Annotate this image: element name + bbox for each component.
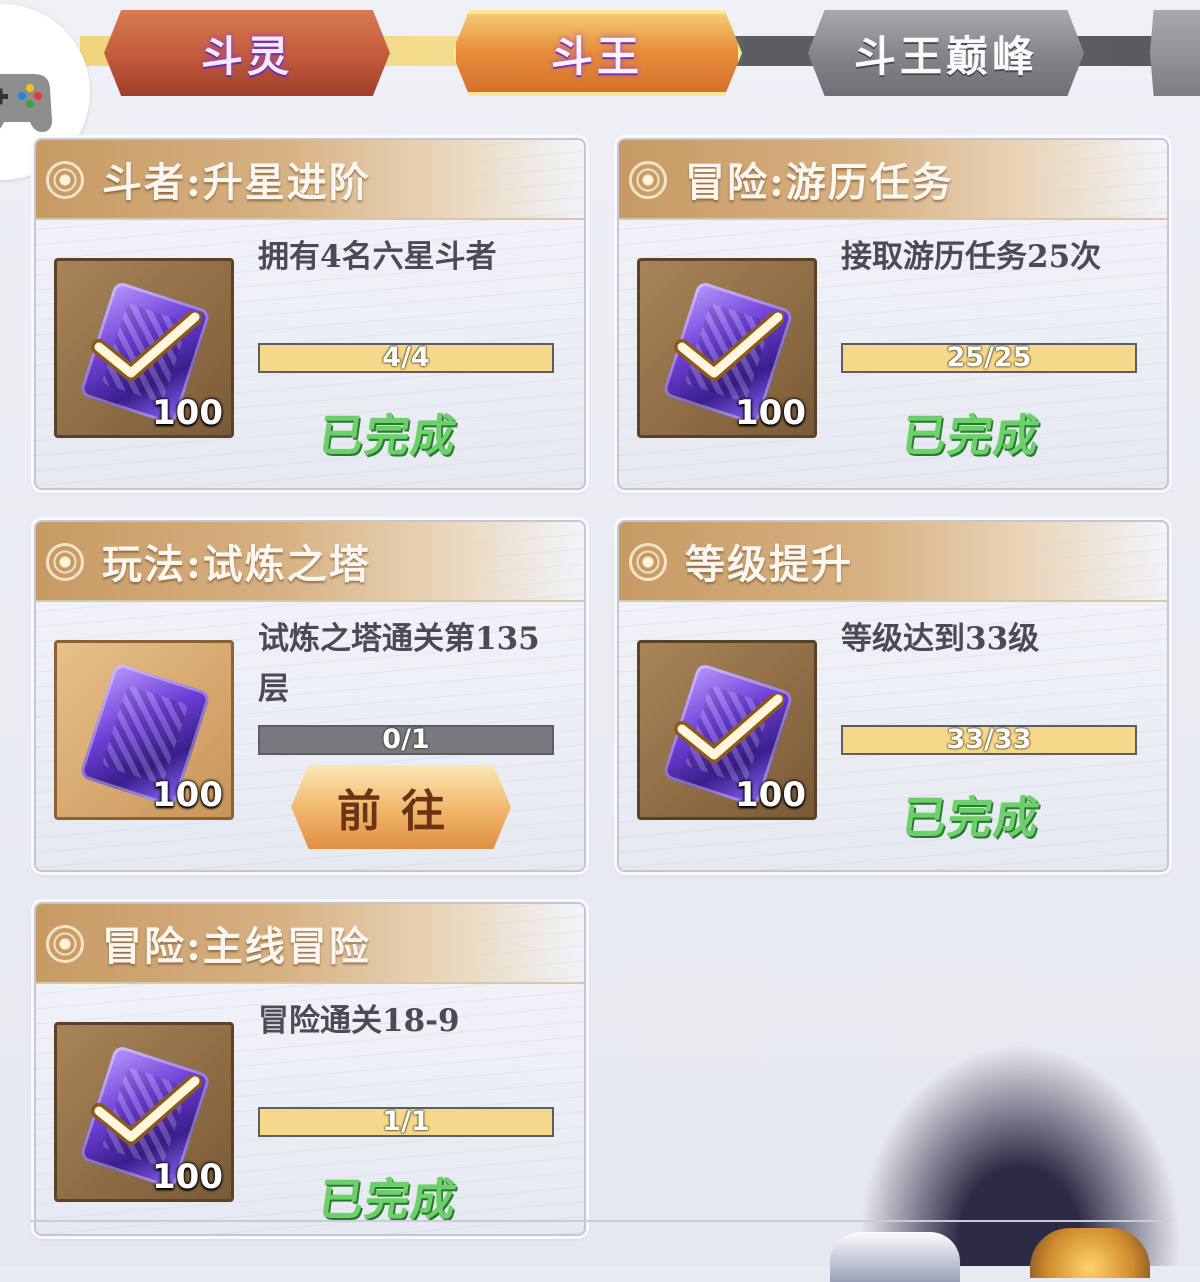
completed-label: 已完成: [898, 793, 1044, 844]
tab-next-partial[interactable]: [1150, 10, 1200, 96]
task-emblem-icon: [46, 925, 84, 963]
checkmark-icon: [674, 309, 786, 381]
tab-label: 斗王巅峰: [853, 31, 1038, 81]
task-card: 冒险:游历任务 100 接取游历任务25次 25/25 已完成: [617, 138, 1169, 490]
card-header: 斗者:升星进阶: [36, 140, 584, 220]
reward-slot[interactable]: 100: [637, 258, 817, 438]
task-emblem-icon: [46, 161, 84, 199]
task-description: 拥有4名六星斗者: [258, 239, 497, 275]
task-title: 冒险:游历任务: [685, 159, 954, 206]
task-card: 冒险:主线冒险 100 冒险通关18-9 1/1 已完成: [34, 902, 586, 1236]
progress-text: 1/1: [382, 1106, 430, 1137]
task-description: 接取游历任务25次: [841, 239, 1102, 275]
bottom-button-partial[interactable]: [830, 1232, 960, 1282]
progress-bar: 1/1: [258, 1107, 554, 1137]
progress-text: 4/4: [382, 342, 430, 373]
reward-quantity: 100: [735, 393, 806, 433]
reward-quantity: 100: [735, 775, 806, 815]
checkmark-icon: [674, 691, 786, 763]
reward-quantity: 100: [152, 393, 223, 433]
tab-label: 斗王: [550, 31, 643, 81]
reward-slot[interactable]: 100: [54, 1022, 234, 1202]
progress-text: 0/1: [382, 724, 430, 755]
completed-label: 已完成: [898, 411, 1044, 462]
progress-bar: 0/1: [258, 725, 554, 755]
card-header: 冒险:游历任务: [619, 140, 1167, 220]
reward-quantity: 100: [152, 1157, 223, 1197]
progress-bar: 25/25: [841, 343, 1137, 373]
task-emblem-icon: [629, 543, 667, 581]
completed-label: 已完成: [315, 1175, 461, 1226]
task-description: 试炼之塔通关第135层: [258, 621, 540, 707]
progress-text: 25/25: [946, 342, 1032, 373]
reward-slot[interactable]: 100: [637, 640, 817, 820]
task-card: 等级提升 100 等级达到33级 33/33 已完成: [617, 520, 1169, 872]
task-title: 玩法:试炼之塔: [102, 541, 371, 588]
card-header: 冒险:主线冒险: [36, 904, 584, 984]
tab-dou-wang[interactable]: 斗王: [452, 10, 742, 96]
progress-bar: 4/4: [258, 343, 554, 373]
task-title: 斗者:升星进阶: [102, 159, 371, 206]
task-description: 等级达到33级: [841, 621, 1040, 657]
progress-bar: 33/33: [841, 725, 1137, 755]
task-description: 冒险通关18-9: [258, 1003, 460, 1039]
card-header: 等级提升: [619, 522, 1167, 602]
task-card: 斗者:升星进阶 100 拥有4名六星斗者 4/4 已完成: [34, 138, 586, 490]
checkmark-icon: [91, 1073, 203, 1145]
go-button[interactable]: 前往: [291, 765, 511, 849]
task-title: 冒险:主线冒险: [102, 923, 371, 970]
tab-dou-wang-peak[interactable]: 斗王巅峰: [808, 10, 1084, 96]
gamepad-icon: [0, 74, 52, 132]
tab-label: 斗灵: [200, 31, 293, 81]
divider: [30, 1220, 1170, 1222]
task-emblem-icon: [629, 161, 667, 199]
card-header: 玩法:试炼之塔: [36, 522, 584, 602]
reward-slot[interactable]: 100: [54, 640, 234, 820]
tab-dou-ling[interactable]: 斗灵: [104, 10, 390, 96]
progress-text: 33/33: [946, 724, 1032, 755]
bottom-button-partial[interactable]: [1030, 1228, 1150, 1278]
task-title: 等级提升: [685, 541, 853, 588]
checkmark-icon: [91, 309, 203, 381]
reward-slot[interactable]: 100: [54, 258, 234, 438]
task-card: 玩法:试炼之塔 100 试炼之塔通关第135层 0/1 前往: [34, 520, 586, 872]
completed-label: 已完成: [315, 411, 461, 462]
reward-quantity: 100: [152, 775, 223, 815]
task-emblem-icon: [46, 543, 84, 581]
